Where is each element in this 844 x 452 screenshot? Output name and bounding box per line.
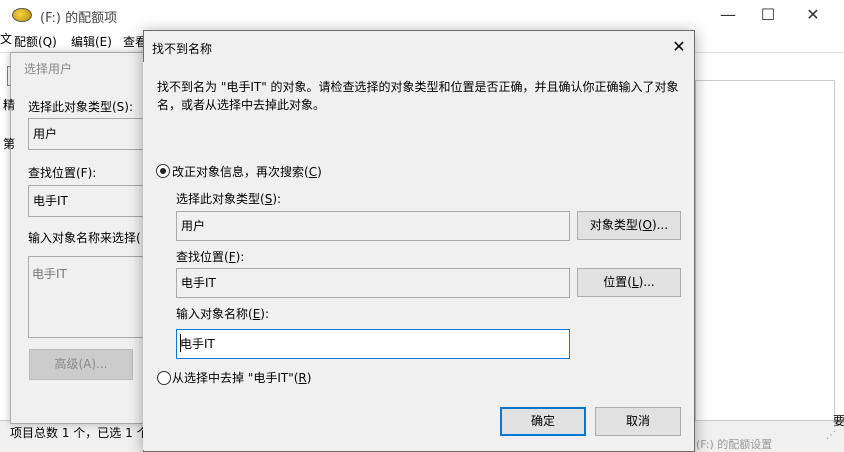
remove-from-selection-radio[interactable]	[157, 371, 171, 385]
object-name-input[interactable]: 电手IT	[176, 329, 570, 359]
quota-settings-caption: (F:) 的配额设置	[696, 438, 773, 451]
dialog-title: 找不到名称	[152, 42, 213, 56]
object-types-button[interactable]: 对象类型(O)...	[577, 211, 681, 240]
ok-button[interactable]: 确定	[500, 407, 586, 436]
select-dialog-title: 选择用户	[24, 62, 73, 76]
disk-quota-icon	[12, 8, 32, 22]
right-edge-text: 要	[833, 414, 844, 428]
radio-selected-dot	[160, 168, 166, 174]
correct-info-radio[interactable]	[156, 164, 170, 178]
error-message: 找不到名为 "电手IT" 的对象。请检查选择的对象类型和位置是否正确，并且确认你…	[157, 80, 679, 112]
maximize-button[interactable]: ☐	[745, 0, 791, 30]
locations-button[interactable]: 位置(L)...	[577, 268, 681, 297]
menu-item-quota[interactable]: 配额(Q)	[14, 33, 57, 50]
location-field: 电手IT	[176, 268, 570, 298]
remove-from-selection-label[interactable]: 从选择中去掉 "电手IT"(R)	[172, 369, 311, 386]
resize-grip-icon[interactable]: ⋰	[826, 430, 838, 442]
advanced-button[interactable]: 高级(A)...	[29, 349, 133, 380]
menu-item-edit[interactable]: 编辑(E)	[71, 33, 112, 50]
names-label: 输入对象名称来选择(	[28, 231, 141, 245]
object-type-label: 选择此对象类型(S):	[28, 100, 134, 114]
object-type-label: 选择此对象类型(S):	[176, 192, 282, 206]
object-name-label: 输入对象名称(E):	[176, 307, 270, 321]
left-edge-text: 第	[3, 137, 16, 151]
cancel-button[interactable]: 取消	[595, 407, 681, 436]
quota-list-panel	[695, 80, 835, 422]
status-text: 项目总数 1 个，已选 1 个	[10, 426, 149, 440]
object-type-field: 用户	[176, 211, 570, 241]
left-edge-text: 精	[3, 98, 16, 112]
menu-item-partial[interactable]: 文	[0, 30, 12, 47]
correct-info-label[interactable]: 改正对象信息，再次搜索(C)	[172, 163, 322, 180]
close-window-button[interactable]: ✕	[790, 0, 836, 30]
location-label: 查找位置(F):	[28, 166, 97, 180]
location-label: 查找位置(F):	[176, 250, 245, 264]
window-title: (F:) 的配额项	[40, 11, 118, 26]
list-bracket	[7, 66, 11, 86]
close-icon[interactable]: ✕	[668, 36, 690, 58]
